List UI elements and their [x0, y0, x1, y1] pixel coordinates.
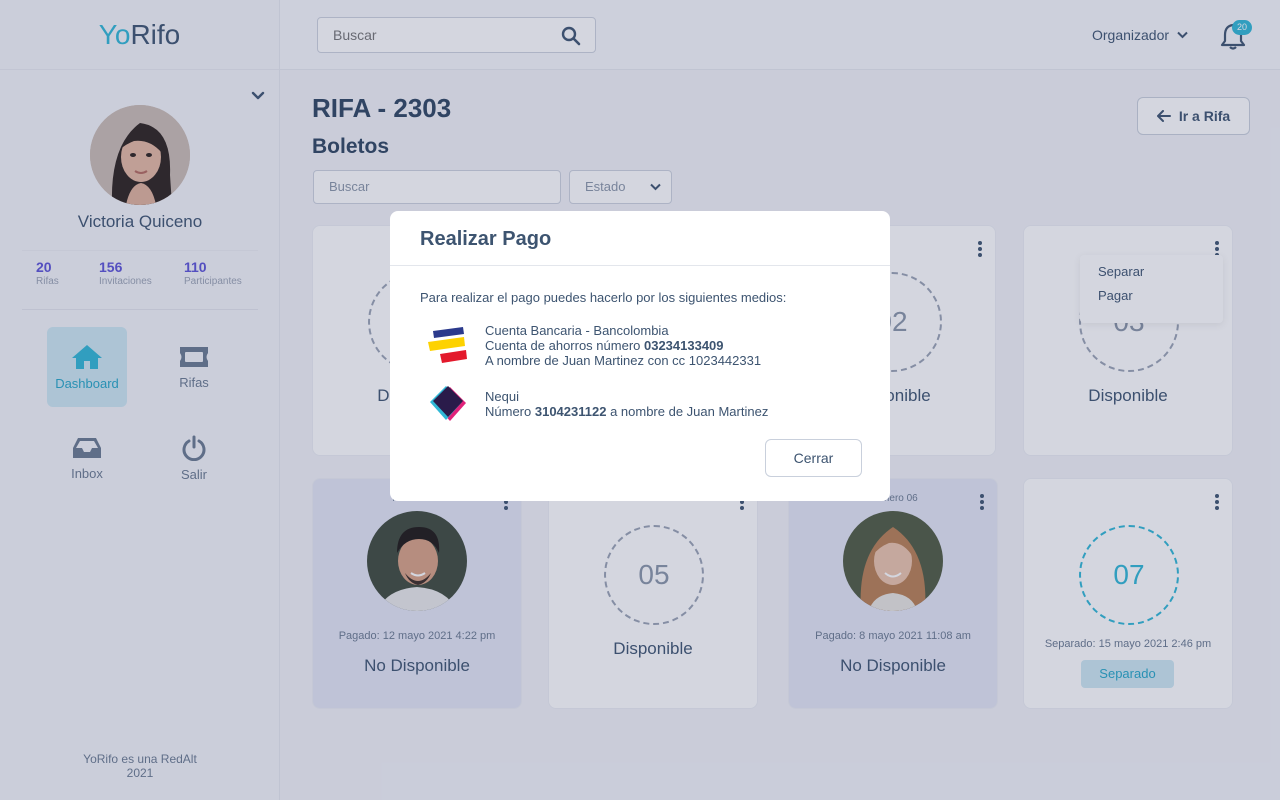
- account-number: 03234133409: [643, 338, 724, 353]
- nequi-name: Nequi: [485, 389, 519, 404]
- modal-title: Realizar Pago: [420, 228, 552, 250]
- bank-details: Cuenta Bancaria - Bancolombia Cuenta de …: [485, 323, 761, 368]
- divider: [390, 265, 890, 266]
- modal-intro: Para realizar el pago puedes hacerlo por…: [420, 290, 787, 305]
- nequi-logo-icon: [430, 386, 466, 421]
- payment-modal: Realizar Pago Para realizar el pago pued…: [390, 211, 890, 501]
- phone-number: 3104231122: [534, 404, 607, 419]
- account-holder: A nombre de Juan Martinez con cc 1023442…: [485, 353, 762, 368]
- phone-holder: a nombre de Juan Martinez: [606, 404, 769, 419]
- nequi-details: Nequi Número 3104231122 a nombre de Juan…: [485, 389, 768, 419]
- bank-name: Cuenta Bancaria - Bancolombia: [485, 323, 669, 338]
- phone-label: Número: [485, 404, 535, 419]
- bank-account: Cuenta de ahorros número 03234133409: [485, 338, 761, 353]
- bancolombia-logo-icon: [428, 327, 467, 363]
- close-button[interactable]: Cerrar: [765, 439, 862, 477]
- nequi-number: Número 3104231122 a nombre de Juan Marti…: [485, 404, 768, 419]
- account-label: Cuenta de ahorros número: [485, 338, 644, 353]
